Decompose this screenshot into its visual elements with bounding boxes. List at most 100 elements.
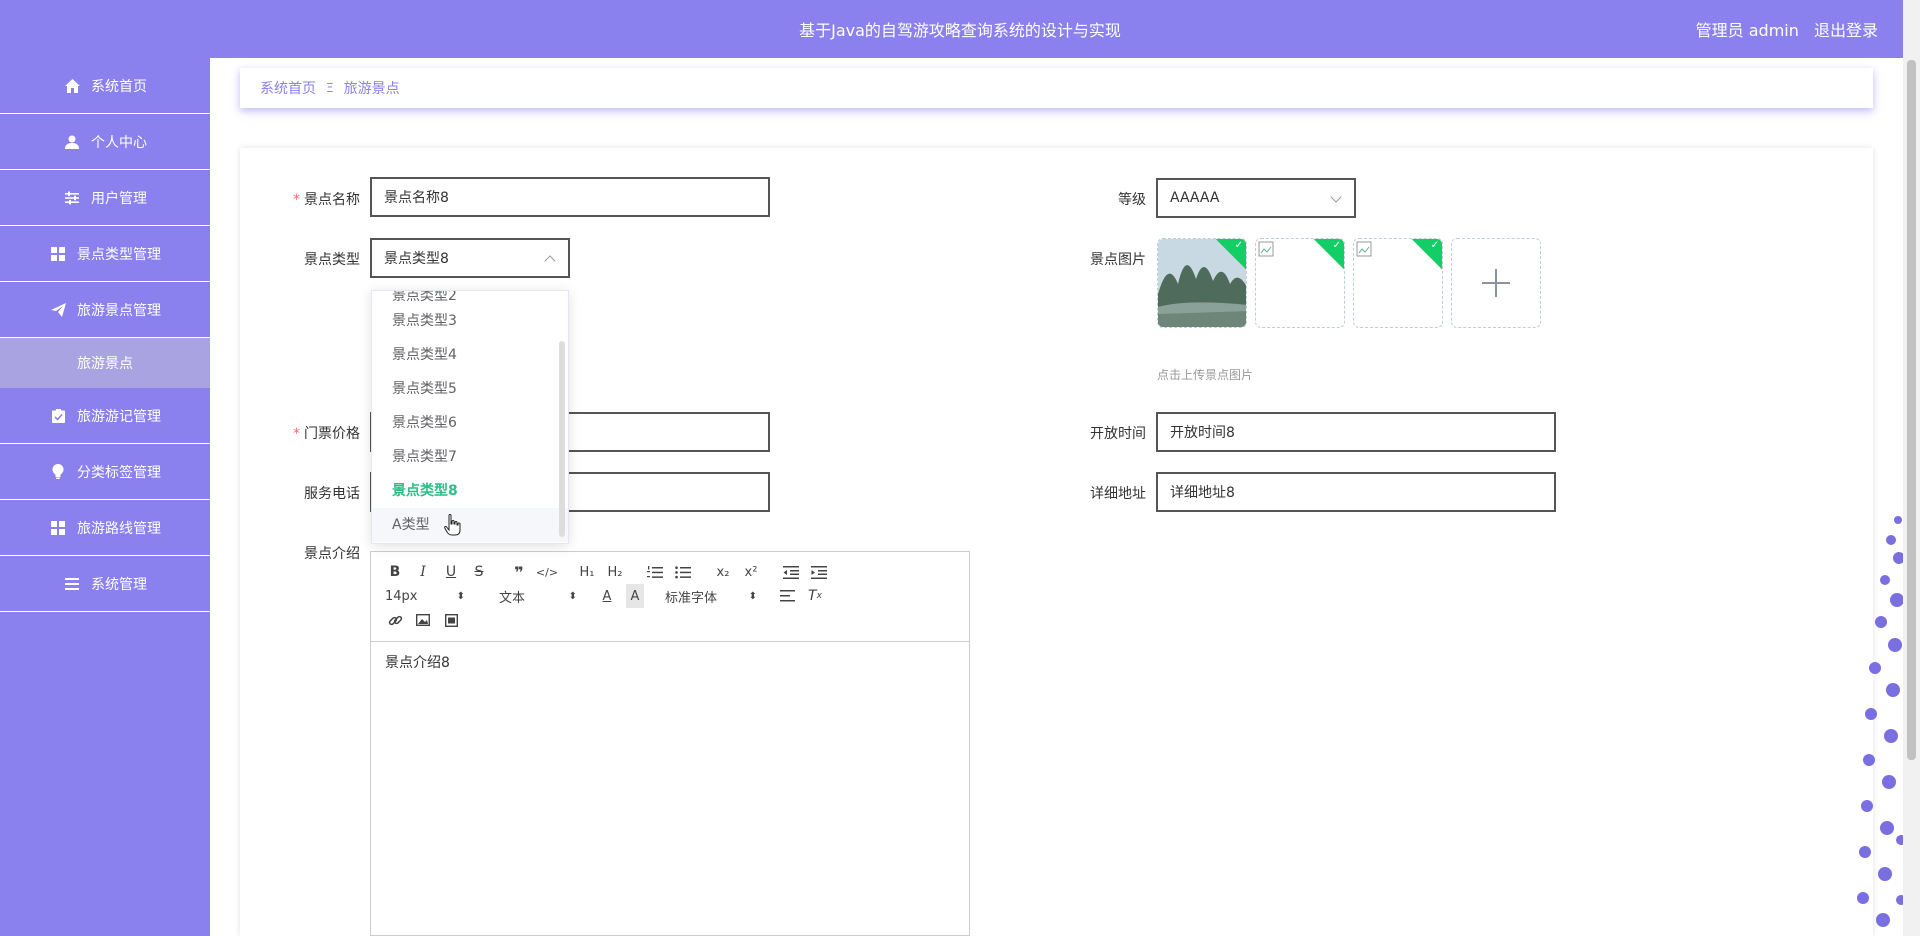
sidebar-item-label: 景点类型管理 — [77, 246, 161, 263]
app-title: 基于Java的自驾游攻略查询系统的设计与实现 — [799, 21, 1121, 40]
dropdown-scrollbar[interactable] — [559, 341, 565, 537]
scrollbar-thumb[interactable] — [1907, 60, 1916, 760]
clear-format-icon[interactable]: Tx — [801, 584, 829, 608]
level-select[interactable]: AAAAA — [1156, 178, 1356, 218]
breadcrumb-current: 旅游景点 — [343, 81, 400, 97]
sidebar-item-travel-notes[interactable]: 旅游游记管理 — [0, 388, 210, 444]
dropdown-option[interactable]: 景点类型7 — [372, 440, 568, 474]
rich-text-editor: B I U S ❞ </> H₁ H₂ x₂ x² 14px⬍ 文本⬍ A — [370, 551, 970, 936]
chevron-up-icon — [544, 255, 556, 267]
intro-label: 景点介绍 — [304, 546, 360, 562]
sidebar-item-label: 个人中心 — [91, 134, 147, 151]
menu-icon — [63, 575, 81, 593]
sort-arrows-icon: ⬍ — [748, 590, 757, 602]
outdent-icon[interactable] — [777, 560, 805, 584]
sidebar: 系统首页 个人中心 用户管理 景点类型管理 旅游景点管理 旅游景点 旅游游记管理… — [0, 58, 210, 936]
required-mark: * — [293, 192, 300, 208]
sidebar-item-home[interactable]: 系统首页 — [0, 58, 210, 114]
image-icon[interactable] — [409, 608, 437, 632]
sidebar-item-tags[interactable]: 分类标签管理 — [0, 444, 210, 500]
type-select[interactable]: 景点类型8 — [370, 238, 570, 278]
grid-icon — [49, 245, 67, 263]
uploaded-image-tile[interactable]: ✓ — [1157, 238, 1247, 328]
sort-arrows-icon: ⬍ — [456, 590, 465, 602]
type-label: 景点类型 — [304, 252, 360, 268]
page-scrollbar[interactable] — [1903, 0, 1920, 936]
dropdown-option-selected[interactable]: 景点类型8 — [372, 474, 568, 508]
open-time-input[interactable]: 开放时间8 — [1156, 412, 1556, 452]
dropdown-option[interactable]: 景点类型5 — [372, 372, 568, 406]
background-color-icon[interactable]: A — [626, 584, 644, 608]
h2-button[interactable]: H₂ — [601, 560, 629, 584]
image-label: 景点图片 — [1090, 252, 1146, 268]
sidebar-item-label: 旅游路线管理 — [77, 520, 161, 537]
superscript-button[interactable]: x² — [737, 560, 765, 584]
sidebar-subitem-spots[interactable]: 旅游景点 — [0, 338, 210, 388]
sidebar-item-spot-types[interactable]: 景点类型管理 — [0, 226, 210, 282]
plus-icon — [1482, 269, 1510, 297]
uploaded-image-tile[interactable]: ✓ — [1255, 238, 1345, 328]
ordered-list-icon[interactable] — [641, 560, 669, 584]
subscript-button[interactable]: x₂ — [709, 560, 737, 584]
block-type-select[interactable]: 文本 ⬍ — [481, 587, 581, 606]
logout-link[interactable]: 退出登录 — [1814, 21, 1878, 40]
sidebar-item-label: 分类标签管理 — [77, 464, 161, 481]
send-icon — [49, 301, 67, 319]
sidebar-item-system[interactable]: 系统管理 — [0, 556, 210, 612]
indent-icon[interactable] — [805, 560, 833, 584]
h1-button[interactable]: H₁ — [573, 560, 601, 584]
dropdown-option[interactable]: 景点类型4 — [372, 338, 568, 372]
required-mark: * — [293, 426, 300, 442]
level-label: 等级 — [1118, 192, 1146, 208]
video-icon[interactable] — [437, 608, 465, 632]
blockquote-button[interactable]: ❞ — [505, 560, 533, 584]
sidebar-item-spots[interactable]: 旅游景点管理 — [0, 282, 210, 338]
italic-button[interactable]: I — [409, 560, 437, 584]
bulb-icon — [49, 463, 67, 481]
open-time-label: 开放时间 — [1090, 426, 1146, 442]
type-dropdown: 景点类型2 景点类型3 景点类型4 景点类型5 景点类型6 景点类型7 景点类型… — [371, 290, 569, 544]
sidebar-subitem-label: 旅游景点 — [77, 356, 133, 372]
breadcrumb-home-link[interactable]: 系统首页 — [260, 78, 316, 98]
sort-arrows-icon: ⬍ — [568, 590, 577, 602]
sliders-icon — [63, 189, 81, 207]
dropdown-option[interactable]: 景点类型3 — [372, 304, 568, 338]
clipboard-check-icon — [49, 407, 67, 425]
breadcrumb-separator: Ξ — [326, 81, 334, 95]
dropdown-option-hovered[interactable]: A类型 — [372, 508, 568, 542]
upload-add-button[interactable] — [1451, 238, 1541, 328]
price-label: * 门票价格 — [293, 426, 360, 442]
sidebar-item-label: 旅游游记管理 — [77, 408, 161, 425]
name-input[interactable]: 景点名称8 — [370, 177, 770, 217]
sidebar-item-users[interactable]: 用户管理 — [0, 170, 210, 226]
uploaded-image-tile[interactable]: ✓ — [1353, 238, 1443, 328]
decorative-dots — [1857, 516, 1903, 927]
phone-label: 服务电话 — [304, 486, 360, 502]
font-family-select[interactable]: 标准字体 ⬍ — [661, 587, 761, 606]
user-icon — [63, 133, 81, 151]
check-icon: ✓ — [1332, 240, 1341, 251]
strike-button[interactable]: S — [465, 560, 493, 584]
home-icon — [63, 77, 81, 95]
type-select-value: 景点类型8 — [384, 251, 449, 267]
code-block-button[interactable]: </> — [533, 560, 561, 584]
underline-button[interactable]: U — [437, 560, 465, 584]
font-size-select[interactable]: 14px ⬍ — [381, 589, 469, 604]
chevron-down-icon — [1330, 191, 1342, 203]
editor-content[interactable]: 景点介绍8 — [371, 642, 969, 682]
user-info: 管理员 admin 退出登录 — [1686, 17, 1878, 41]
dropdown-option[interactable]: 景点类型6 — [372, 406, 568, 440]
sidebar-item-profile[interactable]: 个人中心 — [0, 114, 210, 170]
font-color-icon[interactable]: A — [593, 584, 621, 608]
user-label: 管理员 admin — [1695, 21, 1799, 40]
address-label: 详细地址 — [1090, 486, 1146, 502]
sidebar-item-routes[interactable]: 旅游路线管理 — [0, 500, 210, 556]
align-icon[interactable] — [773, 584, 801, 608]
address-input[interactable]: 详细地址8 — [1156, 472, 1556, 512]
bullet-list-icon[interactable] — [669, 560, 697, 584]
level-select-value: AAAAA — [1170, 190, 1220, 206]
name-label: * 景点名称 — [293, 192, 360, 208]
bold-button[interactable]: B — [381, 560, 409, 584]
link-icon[interactable] — [381, 608, 409, 632]
check-icon: ✓ — [1234, 240, 1243, 251]
